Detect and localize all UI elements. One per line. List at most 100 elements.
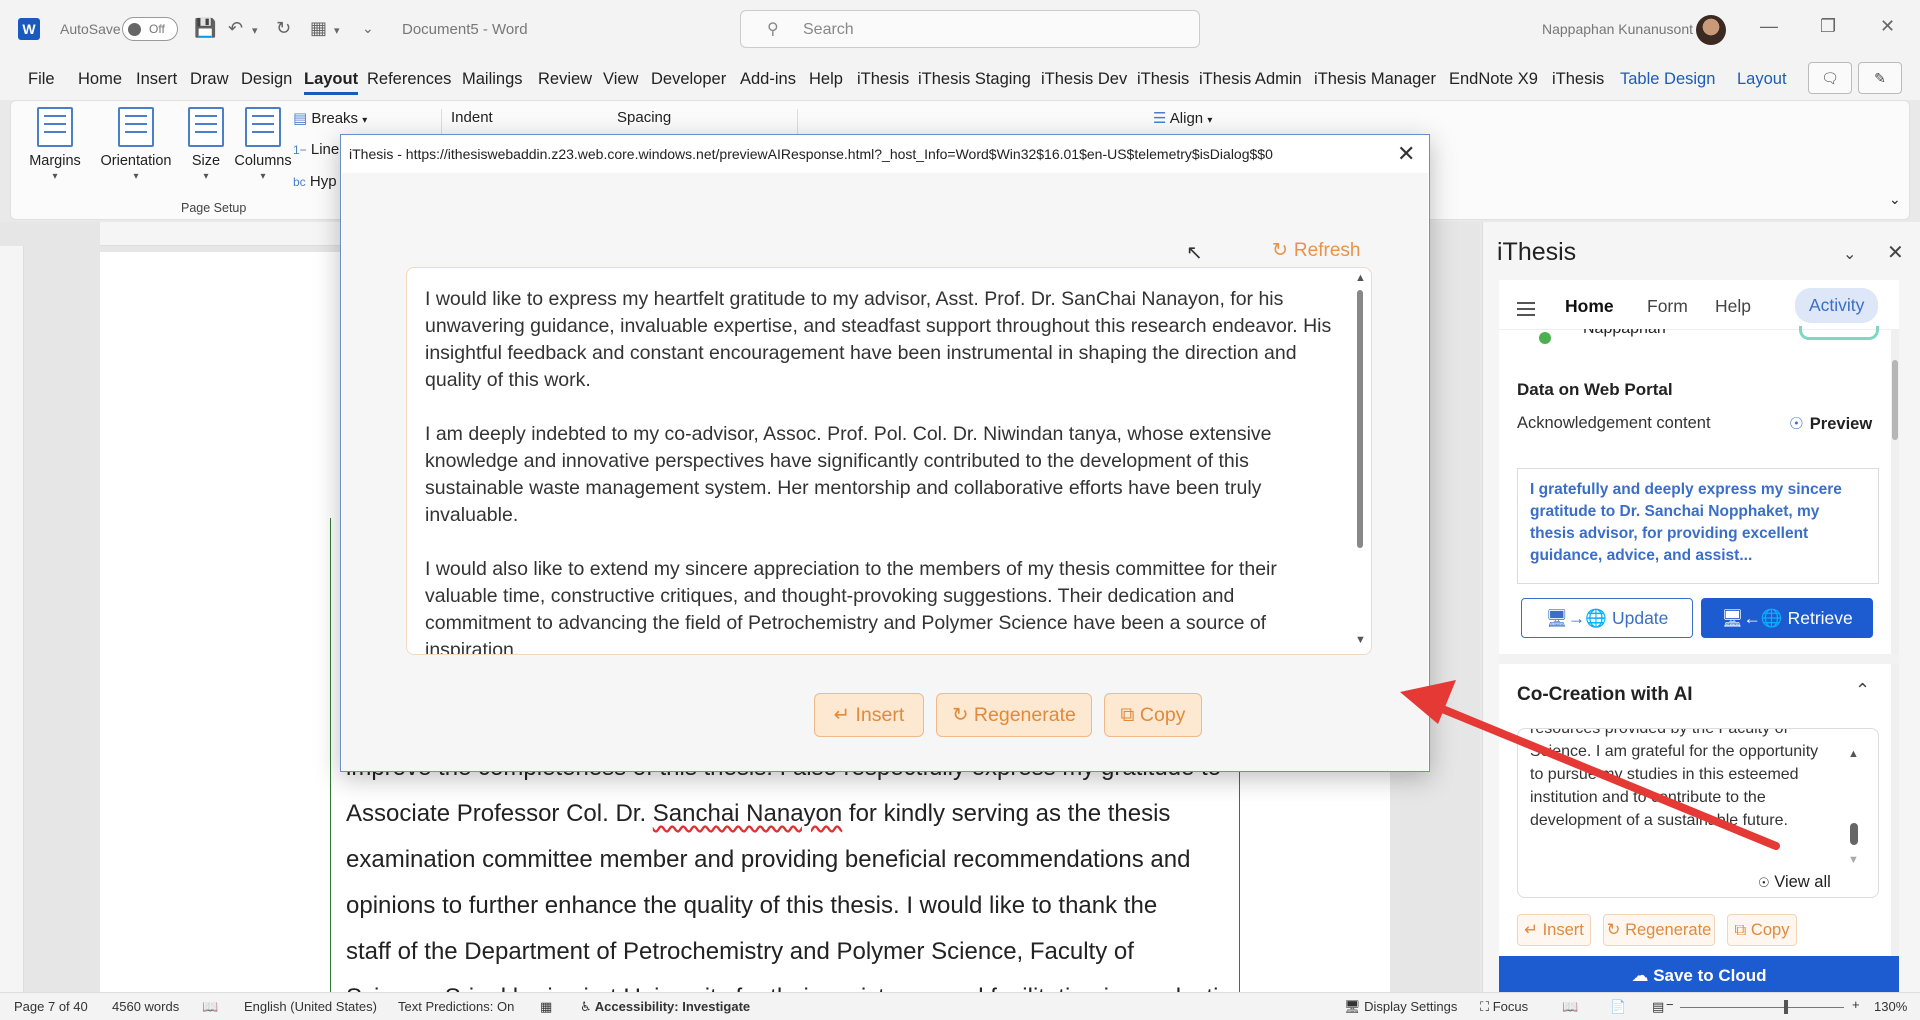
tab-ithesis[interactable]: iThesis: [857, 70, 909, 89]
pane-close-icon[interactable]: ✕: [1887, 240, 1904, 265]
macro-icon[interactable]: ▦: [540, 999, 552, 1015]
document-text-line[interactable]: Associate Professor Col. Dr. Sanchai Nan…: [346, 800, 1170, 828]
save-icon[interactable]: 💾: [194, 18, 216, 39]
document-text-line[interactable]: staff of the Department of Petrochemistr…: [346, 938, 1134, 966]
pane-tab-home[interactable]: Home: [1565, 296, 1614, 317]
tab-help[interactable]: Help: [809, 70, 843, 89]
close-icon[interactable]: ✕: [1880, 16, 1895, 37]
ai-scroll-thumb[interactable]: [1850, 823, 1858, 845]
accessibility-status[interactable]: ♿ Accessibility: Investigate: [580, 999, 750, 1015]
align-button[interactable]: ☰ Align ▾: [1153, 109, 1212, 127]
table-icon[interactable]: ▦: [310, 18, 327, 39]
tab-table-layout[interactable]: Layout: [1737, 70, 1787, 89]
user-name[interactable]: Nappaphan Kunanusont: [1542, 21, 1693, 37]
misspelled-name[interactable]: Sanchai Nanayon: [653, 800, 842, 827]
refresh-button[interactable]: ↻ Refresh: [1272, 239, 1360, 262]
orientation-button[interactable]: Orientation ▾: [91, 107, 181, 182]
page-count[interactable]: Page 7 of 40: [14, 999, 88, 1014]
hamburger-menu-icon[interactable]: [1517, 302, 1535, 304]
tab-ithesis-manager[interactable]: iThesis Manager: [1314, 70, 1436, 89]
pane-options-icon[interactable]: ⌄: [1843, 244, 1856, 264]
response-scroll-thumb[interactable]: [1357, 290, 1363, 548]
minimize-icon[interactable]: —: [1760, 16, 1778, 37]
tab-developer[interactable]: Developer: [651, 70, 726, 89]
response-scrollbar[interactable]: ▲ ▼: [1353, 272, 1367, 648]
tab-design[interactable]: Design: [241, 70, 292, 89]
ribbon-collapse-icon[interactable]: ⌄: [1889, 191, 1901, 208]
pane-tab-help[interactable]: Help: [1715, 296, 1751, 317]
document-text-line[interactable]: opinions to further enhance the quality …: [346, 892, 1157, 920]
scroll-up-icon[interactable]: ▲: [1355, 272, 1366, 284]
tab-view[interactable]: View: [603, 70, 638, 89]
zoom-thumb[interactable]: [1784, 1000, 1788, 1014]
columns-button[interactable]: Columns ▾: [229, 107, 297, 182]
editing-button[interactable]: ✎: [1858, 62, 1902, 94]
hyphenation-button[interactable]: bc Hyp: [293, 173, 337, 190]
tab-file[interactable]: File: [28, 70, 55, 89]
pane-tab-form[interactable]: Form: [1647, 296, 1688, 317]
dialog-close-icon[interactable]: ✕: [1397, 141, 1415, 167]
pane-insert-button[interactable]: ↵ Insert: [1517, 914, 1591, 946]
collapse-chevron-icon[interactable]: ⌃: [1855, 680, 1870, 701]
undo-icon[interactable]: ↶: [228, 18, 243, 39]
tab-ithesis-dev[interactable]: iThesis Dev: [1041, 70, 1127, 89]
tab-ithesis-admin[interactable]: iThesis Admin: [1199, 70, 1302, 89]
read-mode-icon[interactable]: 📖: [1562, 999, 1578, 1015]
tab-table-design[interactable]: Table Design: [1620, 70, 1715, 89]
update-button[interactable]: 🖥→🌐 Update: [1521, 598, 1693, 638]
display-settings[interactable]: 🖥 Display Settings: [1344, 999, 1457, 1015]
print-layout-icon[interactable]: 📄: [1610, 999, 1626, 1015]
view-all-link[interactable]: ☉ View all: [1758, 871, 1831, 894]
breaks-button[interactable]: ▤ Breaks ▾: [293, 109, 367, 127]
zoom-in-icon[interactable]: +: [1852, 997, 1860, 1012]
zoom-slider[interactable]: [1680, 1007, 1844, 1008]
size-button[interactable]: Size ▾: [183, 107, 229, 182]
retrieve-button[interactable]: 🖥←🌐 Retrieve: [1701, 598, 1873, 638]
preview-link[interactable]: ☉ Preview: [1789, 414, 1872, 434]
table-dropdown-icon[interactable]: ▾: [334, 24, 340, 37]
zoom-level[interactable]: 130%: [1874, 999, 1907, 1014]
pane-scroll-thumb[interactable]: [1892, 360, 1898, 440]
dialog-regenerate-button[interactable]: ↻ Regenerate: [936, 693, 1092, 737]
pane-copy-button[interactable]: ⧉ Copy: [1727, 914, 1797, 946]
tab-layout[interactable]: Layout: [304, 70, 359, 95]
redo-icon[interactable]: ↻: [276, 18, 291, 39]
dialog-copy-button[interactable]: ⧉ Copy: [1104, 693, 1202, 737]
dialog-insert-button[interactable]: ↵ Insert: [814, 693, 924, 737]
tab-ithesis-3[interactable]: iThesis: [1552, 70, 1604, 89]
tab-mailings[interactable]: Mailings: [462, 70, 523, 89]
web-layout-icon[interactable]: ▤: [1652, 999, 1664, 1015]
ai-response-box[interactable]: I would like to express my heartfelt gra…: [406, 267, 1372, 655]
word-count[interactable]: 4560 words: [112, 999, 179, 1014]
scroll-up-icon[interactable]: ▲: [1848, 743, 1859, 766]
tab-insert[interactable]: Insert: [136, 70, 177, 89]
vertical-ruler[interactable]: [0, 246, 24, 992]
text-predictions[interactable]: Text Predictions: On: [398, 999, 514, 1014]
restore-icon[interactable]: ❐: [1820, 16, 1836, 37]
pane-tab-activity[interactable]: Activity: [1795, 288, 1879, 323]
tab-references[interactable]: References: [367, 70, 451, 89]
tab-home[interactable]: Home: [78, 70, 122, 89]
customize-toolbar-icon[interactable]: ⌄: [362, 20, 374, 37]
autosave-toggle[interactable]: Off: [122, 17, 178, 41]
language[interactable]: English (United States): [244, 999, 377, 1014]
line-numbers-button[interactable]: 1− Line: [293, 141, 339, 158]
document-text-line[interactable]: examination committee member and providi…: [346, 846, 1190, 874]
tab-ithesis-2[interactable]: iThesis: [1137, 70, 1189, 89]
avatar[interactable]: [1696, 15, 1726, 45]
comments-button[interactable]: 🗨: [1808, 62, 1852, 94]
tab-draw[interactable]: Draw: [190, 70, 229, 89]
scroll-down-icon[interactable]: ▼: [1355, 634, 1366, 646]
tab-add-ins[interactable]: Add-ins: [740, 70, 796, 89]
search-box[interactable]: ⚲ Search: [740, 10, 1200, 48]
scroll-down-icon[interactable]: ▼: [1848, 849, 1859, 872]
save-to-cloud-button[interactable]: ☁ Save to Cloud: [1499, 956, 1899, 996]
margins-button[interactable]: Margins ▾: [25, 107, 85, 182]
proofing-icon[interactable]: 📖: [202, 999, 218, 1015]
tab-endnote[interactable]: EndNote X9: [1449, 70, 1538, 89]
undo-dropdown-icon[interactable]: ▾: [252, 24, 258, 37]
zoom-out-icon[interactable]: −: [1666, 997, 1674, 1012]
tab-review[interactable]: Review: [538, 70, 592, 89]
focus-mode[interactable]: ⛶ Focus: [1480, 999, 1528, 1015]
pane-regenerate-button[interactable]: ↻ Regenerate: [1603, 914, 1715, 946]
